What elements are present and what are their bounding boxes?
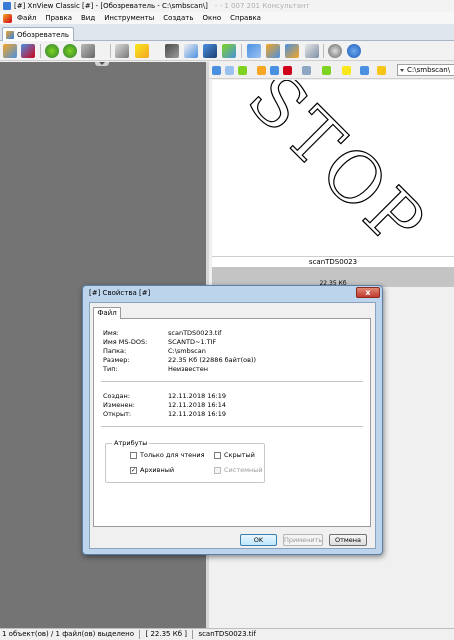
fullscreen-icon[interactable] (21, 44, 35, 58)
search-icon[interactable] (165, 44, 179, 58)
status-size: [ 22.35 Кб ] (145, 630, 187, 638)
stop-scan-image: STOP (231, 80, 442, 256)
info-size: Размер: 22.35 Кб (22886 байт(ов)) (103, 356, 257, 364)
back-icon[interactable] (45, 44, 59, 58)
info-type: Тип: Неизвестен (103, 365, 209, 373)
menu-help[interactable]: Справка (230, 14, 261, 22)
date-accessed: Открыт: 12.11.2018 16:19 (103, 410, 227, 418)
menu-window[interactable]: Окно (203, 14, 222, 22)
menu-bar: Файл Правка Вид Инструменты Создать Окно… (0, 12, 454, 24)
background-window-title: - - 1 007 201 Консультант (214, 2, 310, 10)
thumbnail-image[interactable]: STOP (212, 80, 454, 256)
status-separator (139, 629, 141, 639)
nav-forward-icon[interactable] (225, 66, 234, 75)
rename-icon[interactable] (270, 66, 279, 75)
scan-icon[interactable] (81, 44, 95, 58)
slideshow-icon[interactable] (203, 44, 217, 58)
app-icon (3, 2, 11, 10)
tab-bar: Обозреватель (0, 24, 454, 41)
gear-icon[interactable] (328, 44, 342, 58)
hidden-checkbox[interactable]: Скрытый (214, 451, 255, 459)
window-title: [#] XnView Classic [#] - [Обозреватель -… (14, 2, 208, 10)
screenshot-icon[interactable] (247, 44, 261, 58)
new-folder-icon[interactable] (257, 66, 266, 75)
filter-icon[interactable] (342, 66, 351, 75)
toolbar-separator (40, 44, 41, 58)
print-icon[interactable] (184, 44, 198, 58)
properties-dialog: [#] Свойства [#] x Файл Имя: scanTDS0023.… (82, 285, 383, 555)
attributes-group: Атрибуты Только для чтения Скрытый ✓ Арх… (105, 439, 265, 483)
menu-tools[interactable]: Инструменты (104, 14, 154, 22)
collapse-handle[interactable] (95, 62, 109, 66)
toolbar-separator (241, 44, 242, 58)
checkbox-box[interactable] (130, 451, 137, 459)
status-separator (192, 629, 194, 639)
file-properties-panel: Имя: scanTDS0023.tif Имя MS-DOS: SCANTD~1.… (93, 318, 371, 527)
menu-create[interactable]: Создать (163, 14, 193, 22)
check-icon[interactable]: ✓ (130, 466, 137, 474)
tab-browser[interactable]: Обозреватель (2, 27, 74, 41)
menu-edit[interactable]: Правка (45, 14, 72, 22)
readonly-checkbox[interactable]: Только для чтения (130, 451, 205, 459)
favorites-icon[interactable] (377, 66, 386, 75)
info-dos-name: Имя MS-DOS: SCANTD~1.TIF (103, 338, 217, 346)
date-created: Создан: 12.11.2018 16:19 (103, 392, 227, 400)
toolbar-separator (110, 44, 111, 58)
view-mode-icon[interactable] (302, 66, 311, 75)
archive-checkbox[interactable]: ✓ Архивный (130, 466, 174, 474)
divider (101, 426, 363, 427)
grid-icon[interactable] (305, 44, 319, 58)
info-name: Имя: scanTDS0023.tif (103, 329, 222, 337)
ok-button[interactable]: OK (240, 534, 277, 546)
dialog-body: Файл Имя: scanTDS0023.tif Имя MS-DOS: SCAN… (89, 302, 376, 549)
status-bar: 1 объект(ов) / 1 файл(ов) выделено [ 22.… (0, 628, 454, 640)
status-selection: 1 объект(ов) / 1 файл(ов) выделено (2, 630, 135, 638)
scan-text: STOP (232, 80, 442, 256)
window-menu-icon[interactable] (3, 13, 12, 23)
tab-file[interactable]: Файл (93, 307, 121, 319)
menu-view[interactable]: Вид (81, 14, 95, 22)
apply-button: Применить (283, 534, 323, 546)
close-icon[interactable]: x (356, 287, 380, 298)
delete-icon[interactable] (283, 66, 292, 75)
cancel-button[interactable]: Отмена (329, 534, 367, 546)
system-checkbox: Системный (214, 466, 263, 474)
toolbar-separator (323, 44, 324, 58)
checkbox-box[interactable] (214, 451, 221, 459)
nav-up-icon[interactable] (238, 66, 247, 75)
divider (101, 381, 363, 382)
checkbox-box (214, 466, 221, 474)
tab-browser-label: Обозреватель (17, 30, 69, 39)
sort-icon[interactable] (322, 66, 331, 75)
date-modified: Изменен: 12.11.2018 16:14 (103, 401, 227, 409)
main-toolbar (0, 41, 454, 61)
folder-icon[interactable] (135, 44, 149, 58)
monitor-icon[interactable] (266, 44, 280, 58)
thumbnail-filename: scanTDS0023 (212, 256, 454, 267)
thumbnail-size: 22.35 Кб (212, 267, 454, 287)
nav-back-icon[interactable] (212, 66, 221, 75)
refresh-icon[interactable] (360, 66, 369, 75)
web-icon[interactable] (285, 44, 299, 58)
info-folder: Папка: C:\smbscan (103, 347, 206, 355)
info-icon[interactable] (347, 44, 361, 58)
open-icon[interactable] (115, 44, 129, 58)
address-field[interactable]: C:\smbscan\ (397, 64, 454, 76)
title-bar: [#] XnView Classic [#] - [Обозреватель -… (0, 0, 454, 12)
address-value: C:\smbscan\ (407, 66, 451, 74)
browser-icon[interactable] (3, 44, 17, 58)
image-icon[interactable] (222, 44, 236, 58)
attributes-label: Атрибуты (112, 439, 150, 447)
dialog-title: [#] Свойства [#] (89, 289, 151, 297)
forward-icon[interactable] (63, 44, 77, 58)
menu-file[interactable]: Файл (17, 14, 36, 22)
status-file: scanTDS0023.tif (198, 630, 256, 638)
browser-tab-icon (6, 30, 14, 39)
navigation-bar: C:\smbscan\ (209, 62, 454, 79)
